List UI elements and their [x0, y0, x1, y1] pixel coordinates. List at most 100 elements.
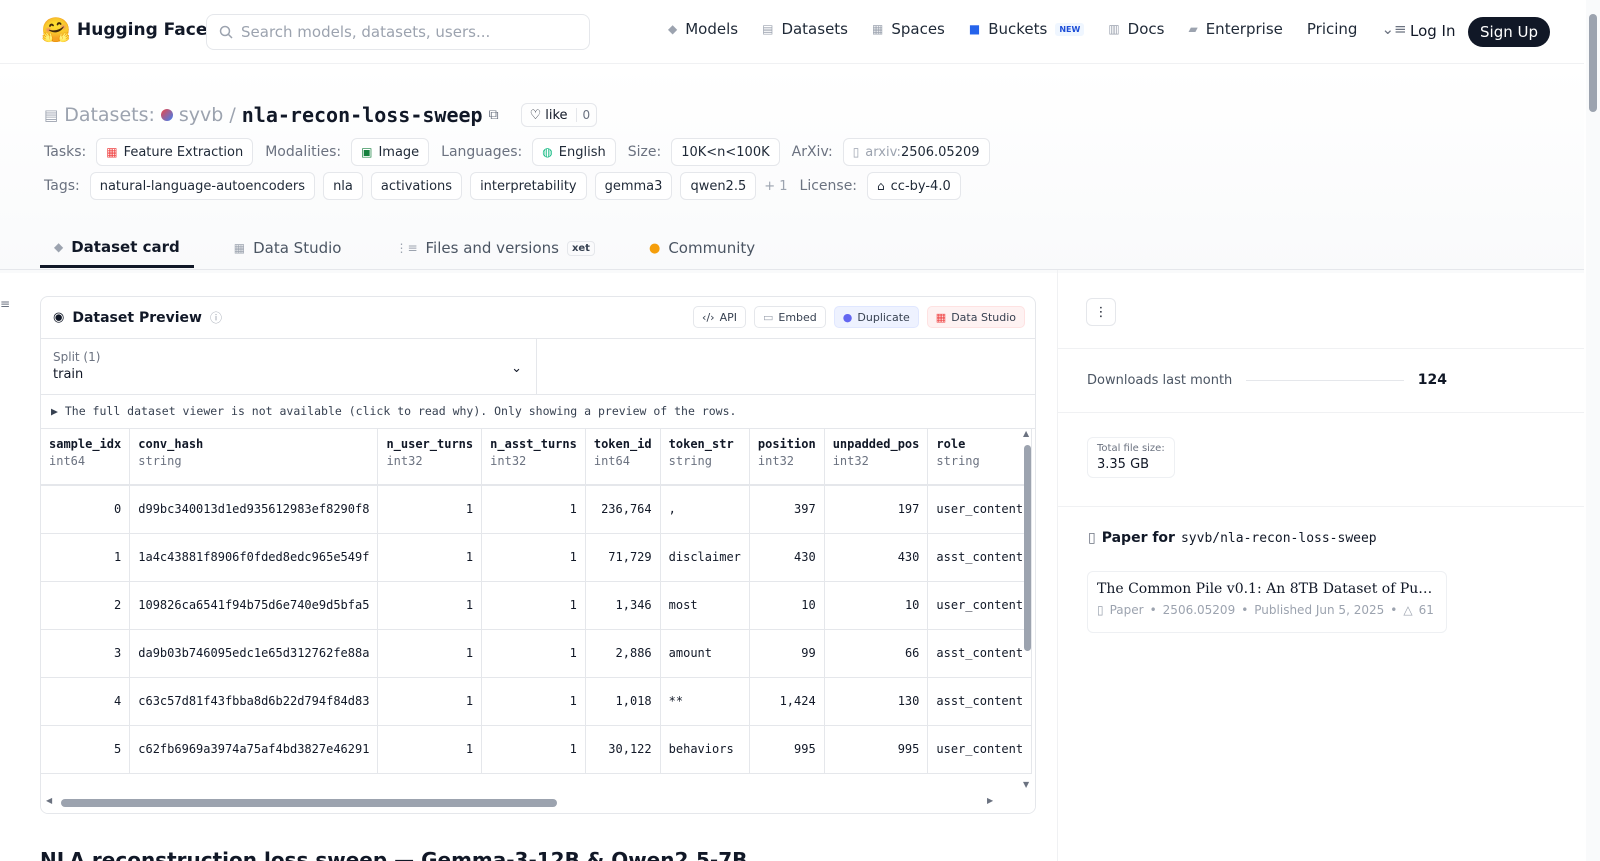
more-tags-button[interactable]: + 1	[764, 179, 787, 194]
tab-community[interactable]: ● Community	[635, 228, 769, 268]
login-link[interactable]: Log In	[1410, 22, 1456, 40]
table-row[interactable]: 0 d99bc340013d1ed935612983ef8290f8 1 1 236,7…	[41, 485, 1033, 534]
table-cell[interactable]: 1	[377, 725, 483, 774]
tab-data-studio[interactable]: ▦ Data Studio	[220, 228, 356, 268]
table-row[interactable]: 3 da9b03b746095edc1e65d312762fe88a 1 1 2,886…	[41, 629, 1033, 678]
table-cell[interactable]: 995	[749, 725, 825, 774]
tag-chip[interactable]: interpretability	[470, 172, 587, 200]
info-icon[interactable]: ⓘ	[210, 309, 222, 326]
table-cell[interactable]: 109826ca6541f94b75d6e740e9d5bfa5	[129, 581, 379, 630]
table-cell[interactable]: 1	[481, 677, 586, 726]
column-header[interactable]: position int32	[749, 429, 825, 486]
table-cell[interactable]: 1	[377, 629, 483, 678]
nav-enterprise[interactable]: ▰ Enterprise	[1188, 20, 1282, 38]
table-cell[interactable]: 1,018	[585, 677, 661, 726]
table-row[interactable]: 4 c63c57d81f43fbba8d6b22d794f84d83 1 1 1,018…	[41, 677, 1033, 726]
vertical-scroll-thumb[interactable]	[1024, 445, 1031, 651]
nav-pricing[interactable]: Pricing	[1307, 20, 1358, 38]
table-cell[interactable]: 1	[377, 581, 483, 630]
tag-chip[interactable]: qwen2.5	[680, 172, 757, 200]
table-cell[interactable]: da9b03b746095edc1e65d312762fe88a	[129, 629, 379, 678]
task-chip[interactable]: ▦ Feature Extraction	[96, 138, 254, 166]
table-cell[interactable]: 130	[824, 677, 929, 726]
table-cell[interactable]: ,	[660, 485, 750, 534]
table-cell[interactable]: 2,886	[585, 629, 661, 678]
table-cell[interactable]: asst_content	[927, 629, 1033, 678]
table-row[interactable]: 1 1a4c43881f8906f0fded8edc965e549f 1 1 71,72…	[41, 533, 1033, 582]
tag-chip[interactable]: nla	[323, 172, 363, 200]
nav-more-menu[interactable]: ⌄≡	[1381, 20, 1406, 38]
table-cell[interactable]: 71,729	[585, 533, 661, 582]
table-cell[interactable]: 430	[824, 533, 929, 582]
size-chip[interactable]: 10K<n<100K	[671, 138, 780, 166]
preview-table-container[interactable]: sample_idx int64 conv_hash string n_user_t…	[41, 429, 1035, 813]
modality-chip[interactable]: ▣ Image	[351, 138, 430, 166]
column-header[interactable]: conv_hash string	[129, 429, 379, 486]
table-cell[interactable]: 10	[824, 581, 929, 630]
table-cell[interactable]: 0	[41, 485, 131, 534]
table-cell[interactable]: 1	[481, 725, 586, 774]
tag-chip[interactable]: activations	[370, 172, 463, 200]
logo-link[interactable]: 🤗 Hugging Face	[41, 16, 207, 44]
page-scroll-thumb[interactable]	[1589, 14, 1597, 112]
repo-name-link[interactable]: nla-recon-loss-sweep	[242, 103, 483, 127]
table-row[interactable]: 5 c62fb6969a3974a75af4bd3827e46291 1 1 30,12…	[41, 725, 1033, 774]
signup-button[interactable]: Sign Up	[1468, 17, 1550, 47]
license-chip[interactable]: ⌂ cc-by-4.0	[867, 172, 961, 200]
table-row[interactable]: 2 109826ca6541f94b75d6e740e9d5bfa5 1 1 1,346…	[41, 581, 1033, 630]
table-cell[interactable]: 66	[824, 629, 929, 678]
table-cell[interactable]: 1	[481, 629, 586, 678]
viewer-notice[interactable]: ▶ The full dataset viewer is not availab…	[41, 395, 1035, 429]
table-cell[interactable]: disclaimer	[660, 533, 750, 582]
table-cell[interactable]: asst_content	[927, 533, 1033, 582]
table-cell[interactable]: 1a4c43881f8906f0fded8edc965e549f	[129, 533, 379, 582]
search-input[interactable]	[241, 23, 571, 41]
duplicate-button[interactable]: ● Duplicate	[833, 306, 919, 328]
table-cell[interactable]: 30,122	[585, 725, 661, 774]
tab-files-and-versions[interactable]: ⋮≡ Files and versions xet	[381, 228, 609, 268]
table-cell[interactable]: 236,764	[585, 485, 661, 534]
table-cell[interactable]: c63c57d81f43fbba8d6b22d794f84d83	[129, 677, 379, 726]
nav-models[interactable]: ◆ Models	[668, 20, 738, 38]
table-cell[interactable]: 1,346	[585, 581, 661, 630]
table-cell[interactable]: 10	[749, 581, 825, 630]
page-scrollbar[interactable]	[1586, 0, 1600, 861]
arxiv-chip[interactable]: ▯ arxiv: 2506.05209	[842, 138, 990, 166]
table-cell[interactable]: 995	[824, 725, 929, 774]
table-cell[interactable]: user_content	[927, 725, 1033, 774]
table-cell[interactable]: 99	[749, 629, 825, 678]
table-cell[interactable]: 1	[377, 485, 483, 534]
column-header[interactable]: role string	[927, 429, 1033, 486]
tag-chip[interactable]: natural-language-autoencoders	[89, 172, 316, 200]
nav-spaces[interactable]: ▦ Spaces	[872, 20, 945, 38]
horizontal-scrollbar[interactable]: ◀ ▶	[41, 789, 1035, 813]
api-button[interactable]: ‹/› API	[693, 306, 746, 328]
column-header[interactable]: unpadded_pos int32	[824, 429, 929, 486]
column-header[interactable]: token_str string	[660, 429, 750, 486]
table-cell[interactable]: 197	[824, 485, 929, 534]
copy-icon[interactable]: ⧉	[489, 107, 499, 123]
table-cell[interactable]: 1	[481, 485, 586, 534]
embed-button[interactable]: ▭ Embed	[753, 306, 826, 328]
nav-docs[interactable]: ▥ Docs	[1108, 20, 1164, 38]
nav-datasets[interactable]: ▤ Datasets	[762, 20, 848, 38]
sidebar-menu-button[interactable]: ⋮	[1086, 298, 1116, 326]
table-cell[interactable]: 1	[481, 581, 586, 630]
table-cell[interactable]: user_content	[927, 485, 1033, 534]
split-select[interactable]: Split (1) train ⌄	[41, 339, 537, 395]
table-cell[interactable]: 1,424	[749, 677, 825, 726]
table-cell[interactable]: most	[660, 581, 750, 630]
vertical-scrollbar[interactable]: ▲ ▼	[1022, 429, 1032, 789]
tab-dataset-card[interactable]: ◆ Dataset card	[40, 228, 194, 268]
table-cell[interactable]: 1	[481, 533, 586, 582]
column-header[interactable]: n_user_turns int32	[377, 429, 483, 486]
table-cell[interactable]: d99bc340013d1ed935612983ef8290f8	[129, 485, 379, 534]
table-cell[interactable]: 397	[749, 485, 825, 534]
table-cell[interactable]: 430	[749, 533, 825, 582]
table-cell[interactable]: 3	[41, 629, 131, 678]
repo-owner-link[interactable]: syvb	[179, 104, 223, 126]
data-studio-button[interactable]: ▦ Data Studio	[926, 306, 1025, 328]
like-button[interactable]: ♡ like 0	[520, 103, 598, 127]
table-cell[interactable]: 1	[377, 533, 483, 582]
paper-card[interactable]: The Common Pile v0.1: An 8TB Dataset of …	[1087, 571, 1447, 633]
